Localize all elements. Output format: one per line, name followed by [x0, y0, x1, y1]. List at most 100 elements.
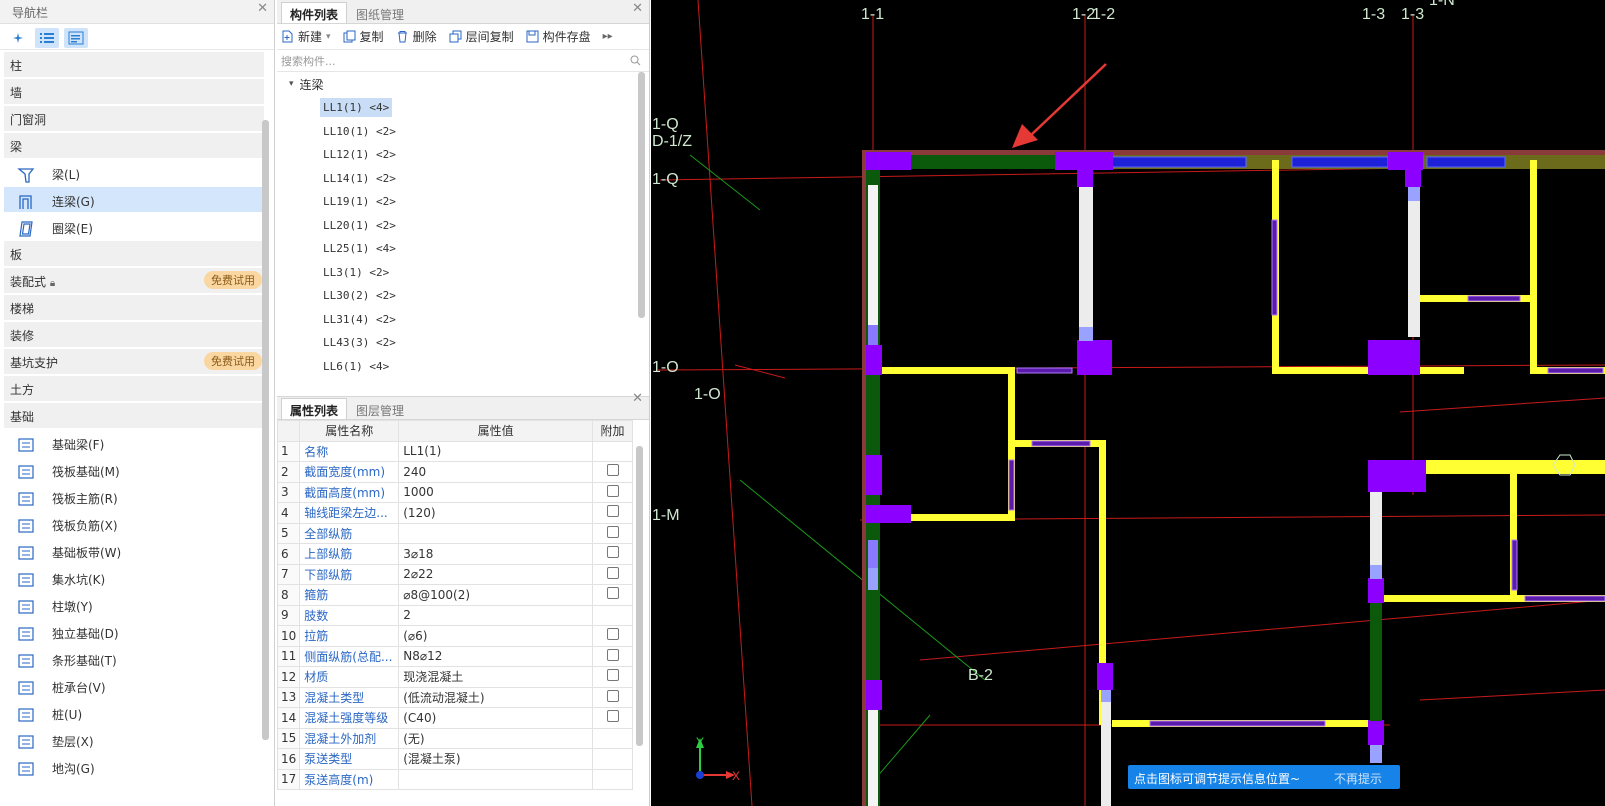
table-row[interactable]: 6 上部纵筋 3⌀18 — [276, 543, 633, 565]
nav-scrollbar[interactable] — [262, 120, 269, 740]
tab-component-list[interactable]: 构件列表 — [281, 2, 348, 23]
table-row[interactable]: 7 下部纵筋 2⌀22 — [276, 563, 633, 585]
table-row[interactable]: 9 肢数 2 — [276, 604, 633, 626]
property-value[interactable]: 3⌀18 — [398, 543, 594, 565]
nav-item-foundation[interactable]: 桩承台(V) — [4, 673, 264, 698]
tree-item[interactable]: LL30(2) <2> — [277, 284, 649, 308]
extra-checkbox[interactable] — [606, 464, 619, 477]
close-icon[interactable]: ✕ — [632, 391, 643, 406]
property-value[interactable] — [398, 522, 594, 544]
extra-checkbox[interactable] — [606, 648, 619, 661]
nav-item-foundation[interactable]: 集水坑(K) — [4, 565, 264, 590]
cat-decoration[interactable]: 装修 — [4, 322, 264, 347]
extra-checkbox[interactable] — [606, 484, 619, 497]
tree-item[interactable]: LL14(1) <2> — [277, 167, 649, 191]
search-icon[interactable] — [630, 55, 641, 66]
nav-item-foundation[interactable]: 柱墩(Y) — [4, 592, 264, 617]
table-row[interactable]: 12 材质 现浇混凝土 — [276, 666, 633, 688]
tree-item[interactable]: LL31(4) <2> — [277, 308, 649, 332]
table-row[interactable]: 8 箍筋 ⌀8@100(2) — [276, 584, 633, 606]
table-row[interactable]: 15 混凝土外加剂 (无) — [276, 727, 633, 749]
cat-slab[interactable]: 板 — [4, 241, 264, 266]
nav-item-foundation[interactable]: 基础梁(F) — [4, 430, 264, 455]
search-input[interactable]: 搜索构件... — [277, 50, 649, 72]
nav-item-foundation[interactable]: 桩(U) — [4, 700, 264, 725]
list-view-icon[interactable] — [35, 28, 59, 48]
property-value[interactable]: ⌀8@100(2) — [398, 584, 594, 606]
property-value[interactable]: 1000 — [398, 481, 594, 503]
tab-drawing-manage[interactable]: 图纸管理 — [347, 2, 413, 23]
table-row[interactable]: 4 轴线距梁左边... (120) — [276, 502, 633, 524]
property-value[interactable]: 240 — [398, 461, 594, 483]
tree-item[interactable]: LL43(3) <2> — [277, 331, 649, 355]
nav-item-coupling-beam[interactable]: 连梁(G) — [4, 187, 264, 212]
chevron-down-icon[interactable]: ▾ — [326, 32, 331, 42]
table-row[interactable]: 13 混凝土类型 (低流动混凝土) — [276, 686, 633, 708]
cat-wall[interactable]: 墙 — [4, 79, 264, 104]
nav-item-foundation[interactable]: 条形基础(T) — [4, 646, 264, 671]
tab-property-list[interactable]: 属性列表 — [281, 398, 348, 419]
property-value[interactable]: (混凝土泵) — [398, 748, 594, 770]
table-row[interactable]: 2 截面宽度(mm) 240 — [276, 461, 633, 483]
cad-canvas[interactable]: 1-1 1-2 1-2 1-3 1-3 1-N 1-Q D-1/Z 1-Q 1-… — [651, 0, 1605, 806]
nav-item-foundation[interactable]: 筏板主筋(R) — [4, 484, 264, 509]
cat-column[interactable]: 柱 — [4, 52, 264, 77]
tree-item[interactable]: LL6(1) <4> — [277, 355, 649, 379]
new-button[interactable]: 新建 ▾ — [281, 28, 331, 45]
extra-checkbox[interactable] — [606, 566, 619, 579]
extra-checkbox[interactable] — [606, 669, 619, 682]
sparkle-icon[interactable] — [6, 28, 30, 48]
trial-badge[interactable]: 免费试用 — [204, 352, 262, 370]
table-row[interactable]: 11 侧面纵筋(总配... N8⌀12 — [276, 645, 633, 667]
cat-earthwork[interactable]: 土方 — [4, 376, 264, 401]
tree-item[interactable]: LL1(1) <4> — [277, 96, 649, 120]
close-icon[interactable]: ✕ — [257, 1, 268, 16]
property-value[interactable]: 2⌀22 — [398, 563, 594, 585]
floor-copy-button[interactable]: 层间复制 — [449, 28, 514, 45]
cat-door-window[interactable]: 门窗洞 — [4, 106, 264, 131]
nav-item-foundation[interactable]: 地沟(G) — [4, 754, 264, 779]
table-row[interactable]: 16 泵送类型 (混凝土泵) — [276, 748, 633, 770]
delete-button[interactable]: 删除 — [396, 28, 437, 45]
tree-scrollbar[interactable] — [638, 72, 645, 318]
nav-item-foundation[interactable]: 独立基础(D) — [4, 619, 264, 644]
property-scrollbar[interactable] — [636, 446, 643, 746]
nav-item-foundation[interactable]: 基础板带(W) — [4, 538, 264, 563]
tree-item[interactable]: LL3(1) <2> — [277, 261, 649, 285]
table-row[interactable]: 1 名称 LL1(1) — [276, 440, 633, 462]
property-value[interactable]: 2 — [398, 604, 594, 626]
tree-item[interactable]: LL12(1) <2> — [277, 143, 649, 167]
property-value[interactable]: N8⌀12 — [398, 645, 594, 667]
nav-item-foundation[interactable]: 垫层(X) — [4, 727, 264, 752]
extra-checkbox[interactable] — [606, 587, 619, 600]
trial-badge[interactable]: 免费试用 — [204, 271, 262, 289]
extra-checkbox[interactable] — [606, 505, 619, 518]
close-icon[interactable]: ✕ — [632, 1, 643, 16]
property-value[interactable]: LL1(1) — [398, 440, 594, 462]
hint-banner[interactable]: 点击图标可调节提示信息位置~ 不再提示 — [1128, 765, 1400, 789]
cat-foundation[interactable]: 基础 — [4, 403, 264, 428]
nav-item-beam[interactable]: 梁(L) — [4, 160, 264, 185]
tab-layer-manage[interactable]: 图层管理 — [347, 398, 413, 419]
extra-checkbox[interactable] — [606, 710, 619, 723]
tree-item[interactable]: LL10(1) <2> — [277, 120, 649, 144]
cat-stair[interactable]: 楼梯 — [4, 295, 264, 320]
dismiss-hint-button[interactable]: 不再提示 — [1334, 770, 1382, 787]
copy-button[interactable]: 复制 — [343, 28, 384, 45]
property-value[interactable]: 现浇混凝土 — [398, 666, 594, 688]
property-value[interactable] — [398, 768, 594, 790]
detail-view-icon[interactable] — [64, 28, 88, 48]
property-value[interactable]: (低流动混凝土) — [398, 686, 594, 708]
tree-item[interactable]: LL19(1) <2> — [277, 190, 649, 214]
property-value[interactable]: (C40) — [398, 707, 594, 729]
table-row[interactable]: 17 泵送高度(m) — [276, 768, 633, 790]
cat-beam[interactable]: 梁 — [4, 133, 264, 158]
nav-item-foundation[interactable]: 筏板负筋(X) — [4, 511, 264, 536]
table-row[interactable]: 14 混凝土强度等级 (C40) — [276, 707, 633, 729]
caret-down-icon[interactable]: ▾ — [289, 79, 294, 89]
tree-item[interactable]: LL25(1) <4> — [277, 237, 649, 261]
overflow-icon[interactable]: ▸▸ — [603, 31, 613, 42]
property-value[interactable]: (⌀6) — [398, 625, 594, 647]
table-row[interactable]: 3 截面高度(mm) 1000 — [276, 481, 633, 503]
table-row[interactable]: 10 拉筋 (⌀6) — [276, 625, 633, 647]
